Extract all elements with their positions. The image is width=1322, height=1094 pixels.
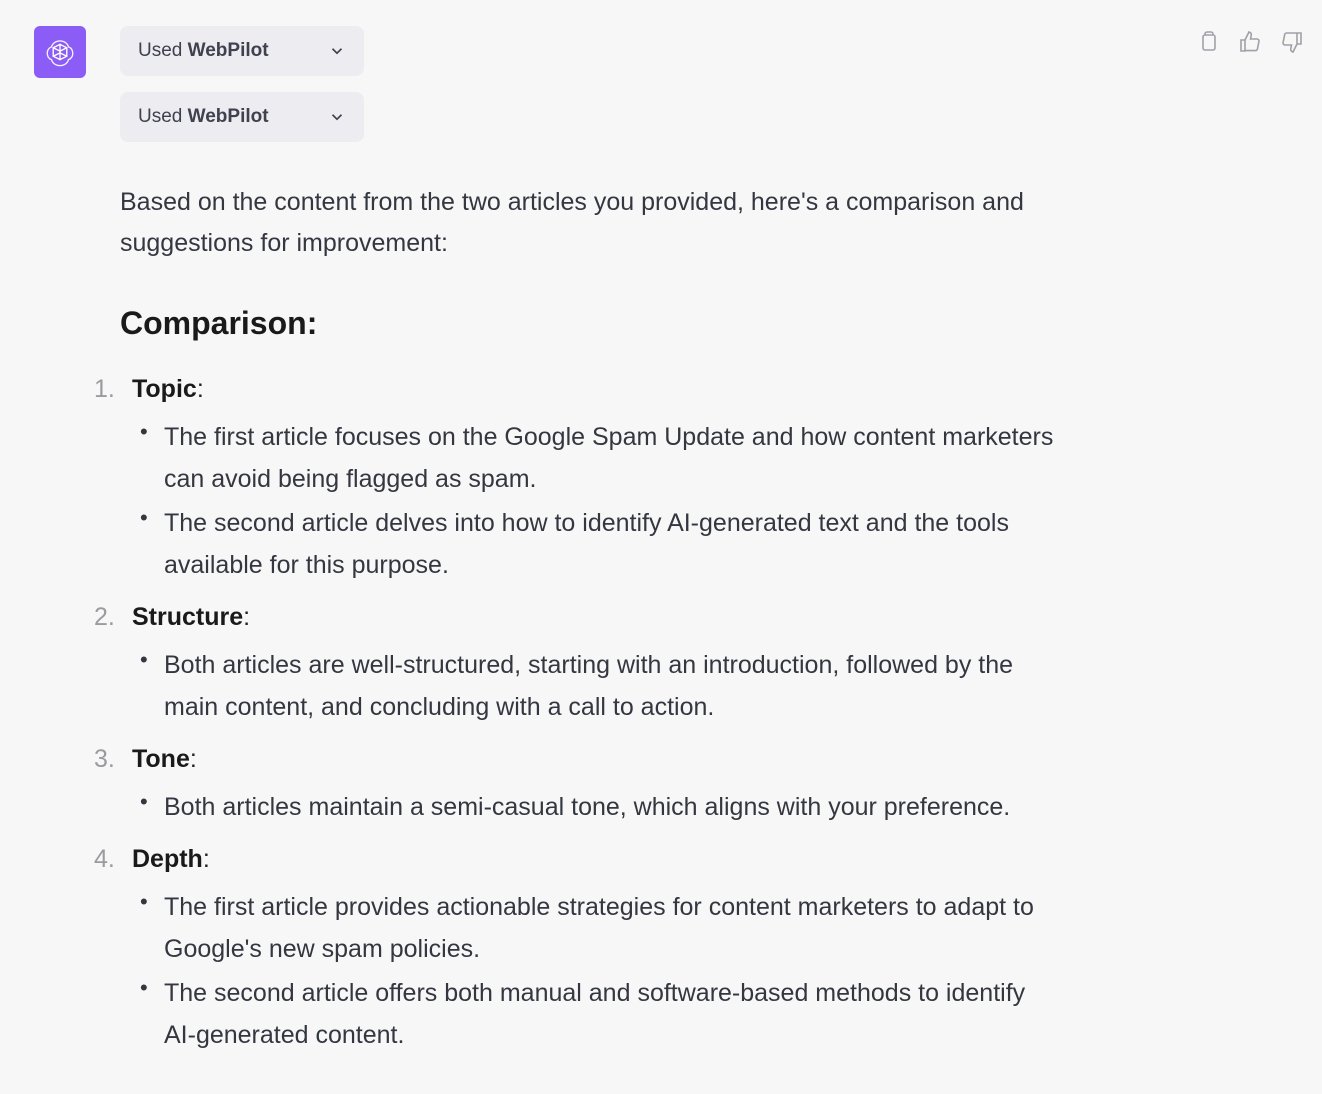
sub-list: Both articles maintain a semi-casual ton…	[132, 786, 1060, 828]
sub-list-item: The second article delves into how to id…	[132, 502, 1060, 586]
thumbs-up-icon	[1238, 30, 1262, 54]
sub-list-item: Both articles are well-structured, start…	[132, 644, 1060, 728]
copy-button[interactable]	[1194, 28, 1222, 56]
sub-list: The first article focuses on the Google …	[132, 416, 1060, 586]
thumbs-down-icon	[1280, 30, 1304, 54]
list-item: Structure: Both articles are well-struct…	[94, 596, 1060, 728]
list-item-title: Topic	[132, 375, 197, 403]
list-item-title: Depth	[132, 845, 203, 873]
sub-list: Both articles are well-structured, start…	[132, 644, 1060, 728]
section-heading: Comparison:	[120, 305, 1060, 342]
assistant-avatar	[34, 26, 86, 78]
message-actions	[1194, 28, 1306, 56]
thumbs-down-button[interactable]	[1278, 28, 1306, 56]
clipboard-icon	[1196, 30, 1220, 54]
list-item: Topic: The first article focuses on the …	[94, 368, 1060, 586]
thumbs-up-button[interactable]	[1236, 28, 1264, 56]
list-item: Tone: Both articles maintain a semi-casu…	[94, 738, 1060, 828]
sub-list-item: Both articles maintain a semi-casual ton…	[132, 786, 1060, 828]
message-row: Used WebPilot Used WebPilot Based on the…	[0, 0, 1322, 1066]
openai-logo-icon	[43, 35, 77, 69]
plugin-chip[interactable]: Used WebPilot	[120, 92, 364, 142]
sub-list: The first article provides actionable st…	[132, 886, 1060, 1056]
message-content: Used WebPilot Used WebPilot Based on the…	[120, 20, 1060, 1066]
sub-list-item: The first article focuses on the Google …	[132, 416, 1060, 500]
list-item-title: Structure	[132, 603, 243, 631]
sub-list-item: The second article offers both manual an…	[132, 972, 1060, 1056]
chevron-down-icon	[328, 108, 346, 126]
sub-list-item: The first article provides actionable st…	[132, 886, 1060, 970]
plugin-chip-label: Used WebPilot	[138, 40, 269, 62]
chevron-down-icon	[328, 42, 346, 60]
intro-text: Based on the content from the two articl…	[120, 182, 1060, 265]
comparison-list: Topic: The first article focuses on the …	[94, 368, 1060, 1056]
list-item: Depth: The first article provides action…	[94, 838, 1060, 1056]
plugin-chip[interactable]: Used WebPilot	[120, 26, 364, 76]
plugin-chip-label: Used WebPilot	[138, 106, 269, 128]
list-item-title: Tone	[132, 745, 190, 773]
